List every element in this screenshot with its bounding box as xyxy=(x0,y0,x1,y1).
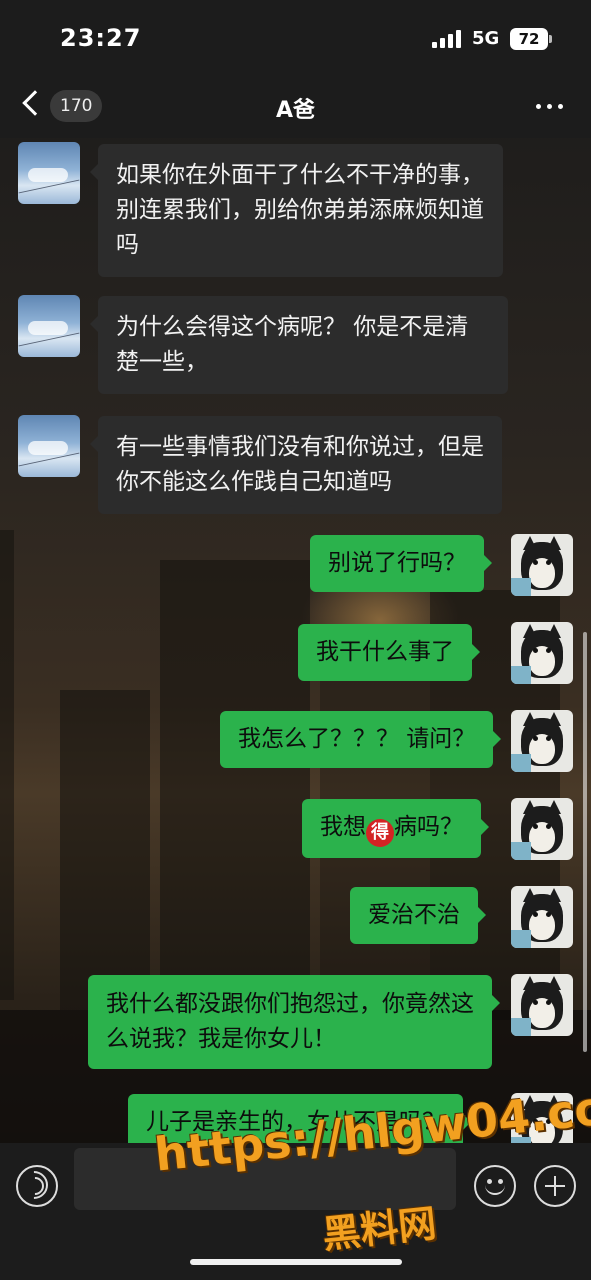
signal-icon xyxy=(432,30,464,48)
de-emoji-icon: 得 xyxy=(366,819,394,847)
chat-header: 170 A爸 xyxy=(0,78,591,138)
scrollbar[interactable] xyxy=(583,632,587,1052)
my-avatar[interactable] xyxy=(511,622,573,684)
received-message[interactable]: 如果你在外面干了什么不干净的事，别连累我们，别给你弟弟添麻烦知道吗 xyxy=(90,144,503,277)
message-list[interactable]: 如果你在外面干了什么不干净的事，别连累我们，别给你弟弟添麻烦知道吗 为什么会得这… xyxy=(0,138,591,1143)
contact-avatar[interactable] xyxy=(18,295,80,357)
battery-icon: 72 xyxy=(510,28,552,50)
my-avatar[interactable] xyxy=(511,710,573,772)
plus-icon[interactable] xyxy=(534,1165,576,1207)
home-indicator[interactable] xyxy=(190,1259,402,1265)
emoji-icon[interactable] xyxy=(474,1165,516,1207)
chat-title: A爸 xyxy=(275,98,316,123)
network-type: 5G xyxy=(472,28,500,49)
received-message[interactable]: 为什么会得这个病呢？ 你是不是清楚一些， xyxy=(90,296,508,394)
my-avatar[interactable] xyxy=(511,974,573,1036)
contact-avatar[interactable] xyxy=(18,415,80,477)
my-avatar[interactable] xyxy=(511,886,573,948)
sent-message[interactable]: 我干什么事了 xyxy=(298,624,480,681)
status-time: 23:27 xyxy=(60,24,142,52)
more-icon[interactable] xyxy=(532,96,568,116)
sent-message[interactable]: 我怎么了？？？ 请问？ xyxy=(220,711,502,768)
status-bar: 23:27 5G 72 xyxy=(0,0,591,78)
contact-avatar[interactable] xyxy=(18,142,80,204)
sent-message[interactable]: 我什么都没跟你们抱怨过，你竟然这么说我？我是你女儿！ xyxy=(88,975,500,1069)
sent-message[interactable]: 别说了行吗？ xyxy=(310,535,492,592)
my-avatar[interactable] xyxy=(511,534,573,596)
sent-message[interactable]: 我想得病吗？ xyxy=(302,799,489,858)
message-text: 我想 xyxy=(320,814,366,840)
received-message[interactable]: 有一些事情我们没有和你说过，但是你不能这么作践自己知道吗 xyxy=(90,416,502,514)
voice-icon[interactable] xyxy=(14,1165,58,1207)
message-text: 病吗？ xyxy=(394,814,463,840)
my-avatar[interactable] xyxy=(511,798,573,860)
sent-message[interactable]: 爱治不治 xyxy=(350,887,486,944)
